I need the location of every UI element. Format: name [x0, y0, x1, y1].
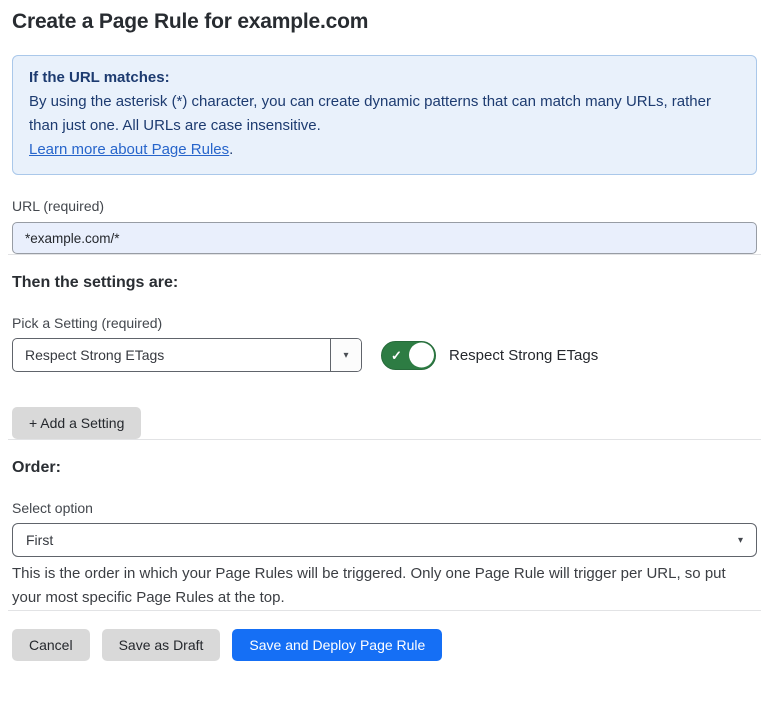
divider [8, 610, 761, 611]
chevron-down-icon[interactable]: ▾ [330, 339, 361, 371]
order-help-text: This is the order in which your Page Rul… [12, 562, 757, 610]
divider [8, 439, 761, 440]
notice-heading: If the URL matches: [29, 66, 740, 90]
setting-row: Respect Strong ETags ▾ ✓ Respect Strong … [12, 338, 757, 372]
footer-actions: Cancel Save as Draft Save and Deploy Pag… [12, 629, 757, 661]
save-draft-button[interactable]: Save as Draft [102, 629, 221, 661]
toggle-knob [409, 343, 434, 368]
order-heading: Order: [12, 459, 757, 477]
order-select[interactable]: First ▾ [12, 523, 757, 557]
order-select-label: Select option [12, 500, 757, 516]
page-title: Create a Page Rule for example.com [12, 0, 757, 34]
toggle-label: Respect Strong ETags [449, 347, 598, 364]
setting-picker-label: Pick a Setting (required) [12, 315, 757, 331]
check-icon: ✓ [391, 349, 402, 362]
url-input[interactable] [12, 222, 757, 254]
notice-link-row: Learn more about Page Rules. [29, 138, 740, 162]
cancel-button[interactable]: Cancel [12, 629, 90, 661]
divider [8, 254, 761, 255]
notice-body: By using the asterisk (*) character, you… [29, 90, 740, 138]
setting-toggle[interactable]: ✓ [381, 341, 436, 370]
add-setting-button[interactable]: + Add a Setting [12, 407, 141, 439]
create-page-rule-form: Create a Page Rule for example.com If th… [0, 0, 769, 718]
url-label: URL (required) [12, 198, 757, 214]
learn-more-link[interactable]: Learn more about Page Rules [29, 141, 229, 158]
settings-heading: Then the settings are: [12, 274, 757, 292]
chevron-down-icon: ▾ [738, 535, 743, 546]
url-match-notice: If the URL matches: By using the asteris… [12, 55, 757, 175]
notice-link-period: . [229, 141, 233, 158]
setting-select-value: Respect Strong ETags [13, 339, 330, 371]
order-select-value: First [26, 532, 53, 548]
setting-select[interactable]: Respect Strong ETags ▾ [12, 338, 362, 372]
save-deploy-button[interactable]: Save and Deploy Page Rule [232, 629, 442, 661]
